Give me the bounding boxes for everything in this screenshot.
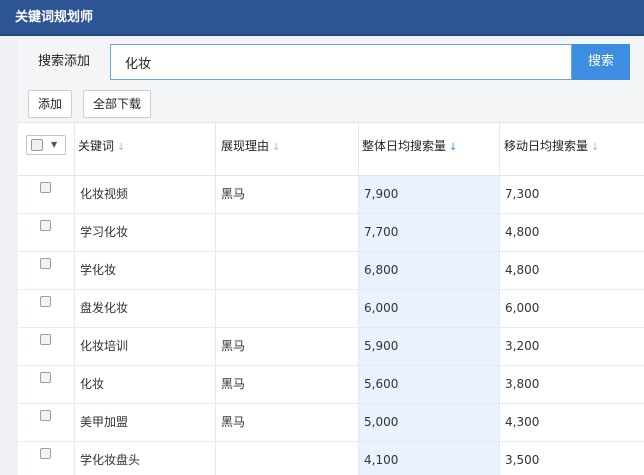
row-checkbox[interactable] — [40, 182, 51, 193]
keyword-cell: 学习化妆 — [80, 225, 129, 239]
column-label: 关键词 — [78, 139, 115, 153]
keyword-cell: 学化妆盘头 — [80, 453, 141, 467]
mobile-searches-cell: 4,800 — [505, 263, 540, 277]
keyword-cell: 化妆视频 — [80, 187, 129, 201]
column-label: 整体日均搜索量 — [362, 139, 447, 153]
table-row[interactable]: 化妆培训 黑马 5,900 3,200 — [18, 327, 644, 366]
row-checkbox[interactable] — [40, 372, 51, 383]
column-label: 移动日均搜索量 — [504, 139, 589, 153]
keyword-table: ▼ 关键词 ↓ 展现理由 ↓ 整体日均搜索量 ↓ 移动日均搜索量 ↓ 化妆视频 黑马 7… — [18, 123, 644, 475]
keyword-cell: 美甲加盟 — [80, 415, 129, 429]
sort-arrow-down-icon[interactable]: ↓ — [272, 142, 280, 153]
row-checkbox[interactable] — [40, 296, 51, 307]
reason-cell: 黑马 — [221, 339, 246, 353]
row-checkbox[interactable] — [40, 220, 51, 231]
sort-arrow-down-icon[interactable]: ↓ — [117, 142, 125, 153]
mobile-searches-cell: 4,800 — [505, 225, 540, 239]
add-button[interactable]: 添加 — [28, 90, 73, 118]
mobile-searches-cell: 4,300 — [505, 415, 540, 429]
column-header-overall-searches[interactable]: 整体日均搜索量 ↓ — [362, 123, 457, 175]
table-header: ▼ 关键词 ↓ 展现理由 ↓ 整体日均搜索量 ↓ 移动日均搜索量 ↓ — [18, 123, 644, 176]
select-all-checkbox[interactable] — [31, 139, 43, 151]
overall-searches-cell: 5,000 — [364, 415, 399, 429]
reason-cell: 黑马 — [221, 415, 246, 429]
column-label: 展现理由 — [221, 139, 270, 153]
mobile-searches-cell: 6,000 — [505, 301, 540, 315]
column-header-reason[interactable]: 展现理由 ↓ — [221, 123, 280, 175]
table-row[interactable]: 学化妆 6,800 4,800 — [18, 251, 644, 290]
column-header-mobile-searches[interactable]: 移动日均搜索量 ↓ — [504, 123, 599, 175]
keyword-cell: 学化妆 — [80, 263, 117, 277]
row-checkbox[interactable] — [40, 334, 51, 345]
table-row[interactable]: 化妆视频 黑马 7,900 7,300 — [18, 175, 644, 214]
sort-arrow-down-icon[interactable]: ↓ — [591, 142, 599, 153]
table-row[interactable]: 学习化妆 7,700 4,800 — [18, 213, 644, 252]
table-row[interactable]: 化妆 黑马 5,600 3,800 — [18, 365, 644, 404]
table-row[interactable]: 学化妆盘头 4,100 3,500 — [18, 441, 644, 475]
download-all-button[interactable]: 全部下载 — [83, 90, 152, 118]
overall-searches-cell: 7,900 — [364, 187, 399, 201]
overall-searches-cell: 6,000 — [364, 301, 399, 315]
table-row[interactable]: 美甲加盟 黑马 5,000 4,300 — [18, 403, 644, 442]
row-checkbox[interactable] — [40, 410, 51, 421]
overall-searches-cell: 5,900 — [364, 339, 399, 353]
search-button[interactable]: 搜索 — [572, 44, 630, 80]
column-header-keyword[interactable]: 关键词 ↓ — [78, 123, 125, 175]
search-label: 搜索添加 — [38, 54, 91, 69]
toolbar: 添加 全部下载 — [18, 86, 644, 123]
table-row[interactable]: 盘发化妆 6,000 6,000 — [18, 289, 644, 328]
row-checkbox[interactable] — [40, 258, 51, 269]
mobile-searches-cell: 3,500 — [505, 453, 540, 467]
overall-searches-cell: 6,800 — [364, 263, 399, 277]
keyword-cell: 化妆 — [80, 377, 105, 391]
search-bar: 搜索添加 搜索 — [18, 38, 644, 87]
select-all-dropdown[interactable]: ▼ — [26, 135, 66, 155]
overall-searches-cell: 5,600 — [364, 377, 399, 391]
mobile-searches-cell: 3,800 — [505, 377, 540, 391]
overall-searches-cell: 7,700 — [364, 225, 399, 239]
window-title: 关键词规划师 — [0, 0, 644, 36]
caret-down-icon: ▼ — [51, 140, 58, 149]
mobile-searches-cell: 3,200 — [505, 339, 540, 353]
search-input[interactable] — [110, 44, 572, 80]
overall-searches-cell: 4,100 — [364, 453, 399, 467]
sort-arrow-down-icon[interactable]: ↓ — [449, 142, 457, 153]
reason-cell: 黑马 — [221, 377, 246, 391]
keyword-cell: 盘发化妆 — [80, 301, 129, 315]
keyword-cell: 化妆培训 — [80, 339, 129, 353]
reason-cell: 黑马 — [221, 187, 246, 201]
mobile-searches-cell: 7,300 — [505, 187, 540, 201]
row-checkbox[interactable] — [40, 448, 51, 459]
